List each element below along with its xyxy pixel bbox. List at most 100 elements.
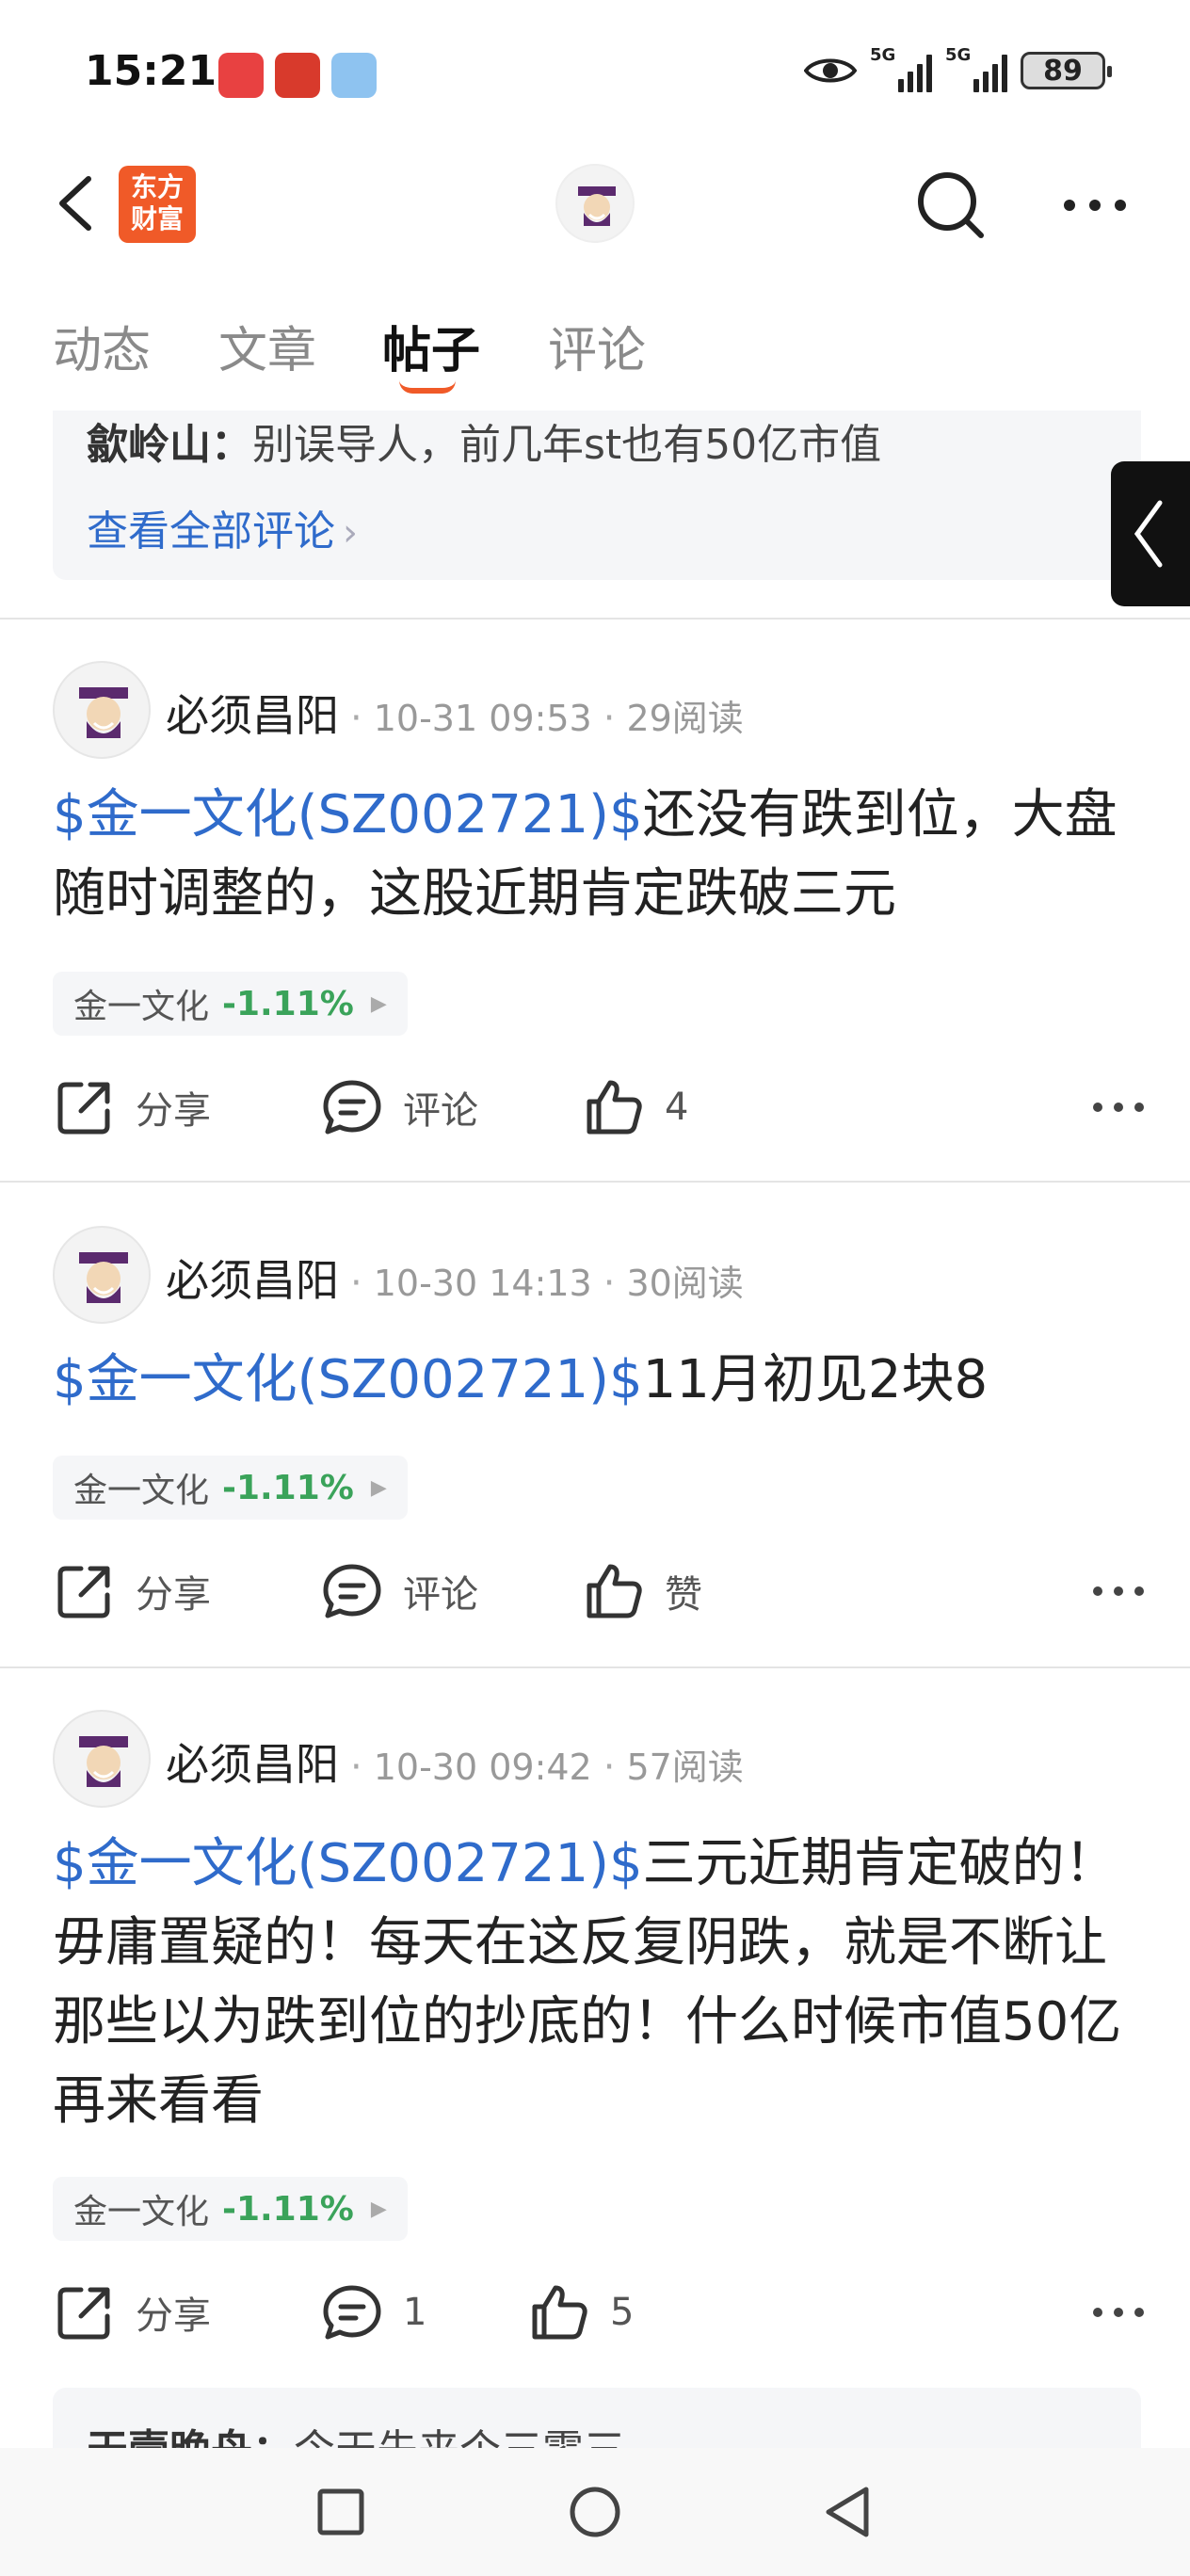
stock-quote-chip[interactable]: 金一文化 -1.11% ▶ [53, 2177, 408, 2241]
stock-link[interactable]: $金一文化(SZ002721)$ [53, 784, 643, 845]
stock-quote-chip[interactable]: 金一文化 -1.11% ▶ [53, 972, 408, 1036]
share-button[interactable]: 分享 [53, 1554, 211, 1629]
post-content[interactable]: $金一文化(SZ002721)$11月初见2块8 [53, 1341, 1145, 1420]
view-all-comments-link[interactable]: 查看全部评论 › [87, 497, 358, 557]
post-author-avatar[interactable] [53, 661, 151, 759]
post-read-count: 57阅读 [626, 1747, 744, 1788]
like-button[interactable]: 5 [527, 2275, 634, 2350]
stock-quote-chip[interactable]: 金一文化 -1.11% ▶ [53, 1456, 408, 1520]
like-count: 5 [610, 2291, 635, 2334]
system-nav-bar [0, 2448, 1190, 2576]
comment-button[interactable]: 评论 [320, 1554, 478, 1629]
comment-preview-line: 歙岭山：别误导人，前几年st也有50亿市值 [87, 411, 1122, 463]
post-author-name[interactable]: 必须昌阳 [166, 1739, 339, 1790]
post-actions: 分享 1 5 [53, 2275, 1145, 2350]
share-icon [57, 2287, 110, 2340]
post-author-name[interactable]: 必须昌阳 [166, 1255, 339, 1306]
comment-label: 评论 [403, 1573, 478, 1617]
post-read-count: 30阅读 [626, 1263, 744, 1304]
post-card[interactable]: 必须昌阳 · 10-31 09:53 · 29阅读 $金一文化(SZ002721)$还没… [0, 661, 1190, 1151]
stock-link[interactable]: $金一文化(SZ002721)$ [53, 1833, 643, 1894]
more-options-icon[interactable] [1062, 196, 1128, 215]
stock-name: 金一文化 [73, 2193, 210, 2231]
stock-link[interactable]: $金一文化(SZ002721)$ [53, 1349, 643, 1410]
weather-icon [331, 53, 377, 98]
battery-level: 89 [1043, 54, 1083, 88]
back-triangle-icon[interactable] [819, 2484, 876, 2540]
like-count: 4 [665, 1086, 689, 1129]
post-time: 10-31 09:53 [373, 698, 592, 739]
post-meta: 必须昌阳 · 10-30 09:42 · 57阅读 [166, 1739, 744, 1790]
user-avatar[interactable] [555, 164, 635, 243]
post-actions: 分享 评论 4 [53, 1070, 1145, 1145]
top-nav: 东方 财富 [0, 141, 1190, 268]
comment-icon [323, 1564, 381, 1618]
post-time: 10-30 09:42 [373, 1747, 592, 1788]
like-label: 赞 [665, 1573, 702, 1617]
share-label: 分享 [136, 1089, 211, 1133]
share-icon [57, 1566, 110, 1618]
stock-change: -1.11% [222, 984, 354, 1023]
comment-count: 1 [403, 2291, 427, 2334]
share-button[interactable]: 分享 [53, 1070, 211, 1145]
back-arrow-icon[interactable] [53, 175, 100, 232]
play-arrow-icon: ▶ [370, 991, 387, 1016]
signal-icon-1: 5G [870, 45, 932, 92]
post-read-count: 29阅读 [626, 698, 744, 739]
post-author-name[interactable]: 必须昌阳 [166, 690, 339, 741]
app-logo: 东方 财富 [119, 166, 196, 243]
tab-posts[interactable]: 帖子 [382, 311, 480, 381]
stock-change: -1.11% [222, 2189, 354, 2229]
home-icon[interactable] [567, 2484, 623, 2540]
battery-icon: 89 [1021, 52, 1112, 89]
chevron-right-icon: › [343, 511, 358, 555]
tab-comments[interactable]: 评论 [548, 311, 646, 381]
divider [0, 618, 1190, 620]
comment-button[interactable]: 评论 [320, 1070, 478, 1145]
post-card[interactable]: 必须昌阳 · 10-30 14:13 · 30阅读 $金一文化(SZ002721)$11… [0, 1226, 1190, 1640]
share-icon [57, 1082, 110, 1135]
stock-name: 金一文化 [73, 988, 210, 1026]
play-arrow-icon: ▶ [370, 2197, 387, 2221]
view-all-label: 查看全部评论 [87, 507, 335, 555]
comment-text: 别误导人，前几年st也有50亿市值 [252, 421, 882, 463]
thumbs-up-icon [532, 2285, 587, 2340]
post-content[interactable]: $金一文化(SZ002721)$还没有跌到位，大盘随时调整的，这股近期肯定跌破三… [53, 776, 1145, 934]
divider [0, 1181, 1190, 1183]
post-more-icon[interactable] [1092, 2303, 1145, 2322]
like-button[interactable]: 赞 [582, 1554, 702, 1629]
stock-change: -1.11% [222, 1468, 354, 1507]
network-type-2: 5G [945, 45, 972, 65]
side-drawer-handle[interactable] [1111, 461, 1190, 606]
search-icon[interactable] [913, 168, 989, 243]
stock-name: 金一文化 [73, 1472, 210, 1510]
post-more-icon[interactable] [1092, 1098, 1145, 1117]
post-actions: 分享 评论 赞 [53, 1554, 1145, 1629]
post-author-avatar[interactable] [53, 1710, 151, 1808]
post-meta: 必须昌阳 · 10-30 14:13 · 30阅读 [166, 1255, 744, 1306]
share-label: 分享 [136, 2294, 211, 2338]
chevron-left-icon [1134, 500, 1163, 568]
profile-tabs: 动态 文章 帖子 评论 [0, 301, 1190, 395]
post-author-avatar[interactable] [53, 1226, 151, 1324]
post-time: 10-30 14:13 [373, 1263, 592, 1304]
comment-author[interactable]: 歙岭山： [87, 421, 252, 463]
post-more-icon[interactable] [1092, 1582, 1145, 1601]
comment-button[interactable]: 1 [320, 2275, 426, 2350]
status-time: 15:21 [85, 47, 217, 95]
logo-text-2: 财富 [130, 203, 184, 234]
post-content[interactable]: $金一文化(SZ002721)$三元近期肯定破的！毋庸置疑的！每天在这反复阴跌，… [53, 1825, 1145, 2141]
signal-icon-2: 5G [945, 45, 1007, 92]
status-bar: 15:21 5G 5G 89 [0, 0, 1190, 141]
active-tab-indicator [399, 380, 456, 394]
tab-dynamics[interactable]: 动态 [53, 311, 151, 381]
comment-label: 评论 [403, 1089, 478, 1133]
comment-preview: 歙岭山：别误导人，前几年st也有50亿市值 查看全部评论 › [53, 411, 1141, 580]
notification-app-icon-1 [218, 53, 264, 98]
recent-apps-icon[interactable] [313, 2484, 369, 2540]
like-button[interactable]: 4 [582, 1070, 688, 1145]
share-button[interactable]: 分享 [53, 2275, 211, 2350]
play-arrow-icon: ▶ [370, 1475, 387, 1500]
tab-articles[interactable]: 文章 [218, 311, 316, 381]
post-card[interactable]: 必须昌阳 · 10-30 09:42 · 57阅读 $金一文化(SZ002721)$三元… [0, 1710, 1190, 2388]
